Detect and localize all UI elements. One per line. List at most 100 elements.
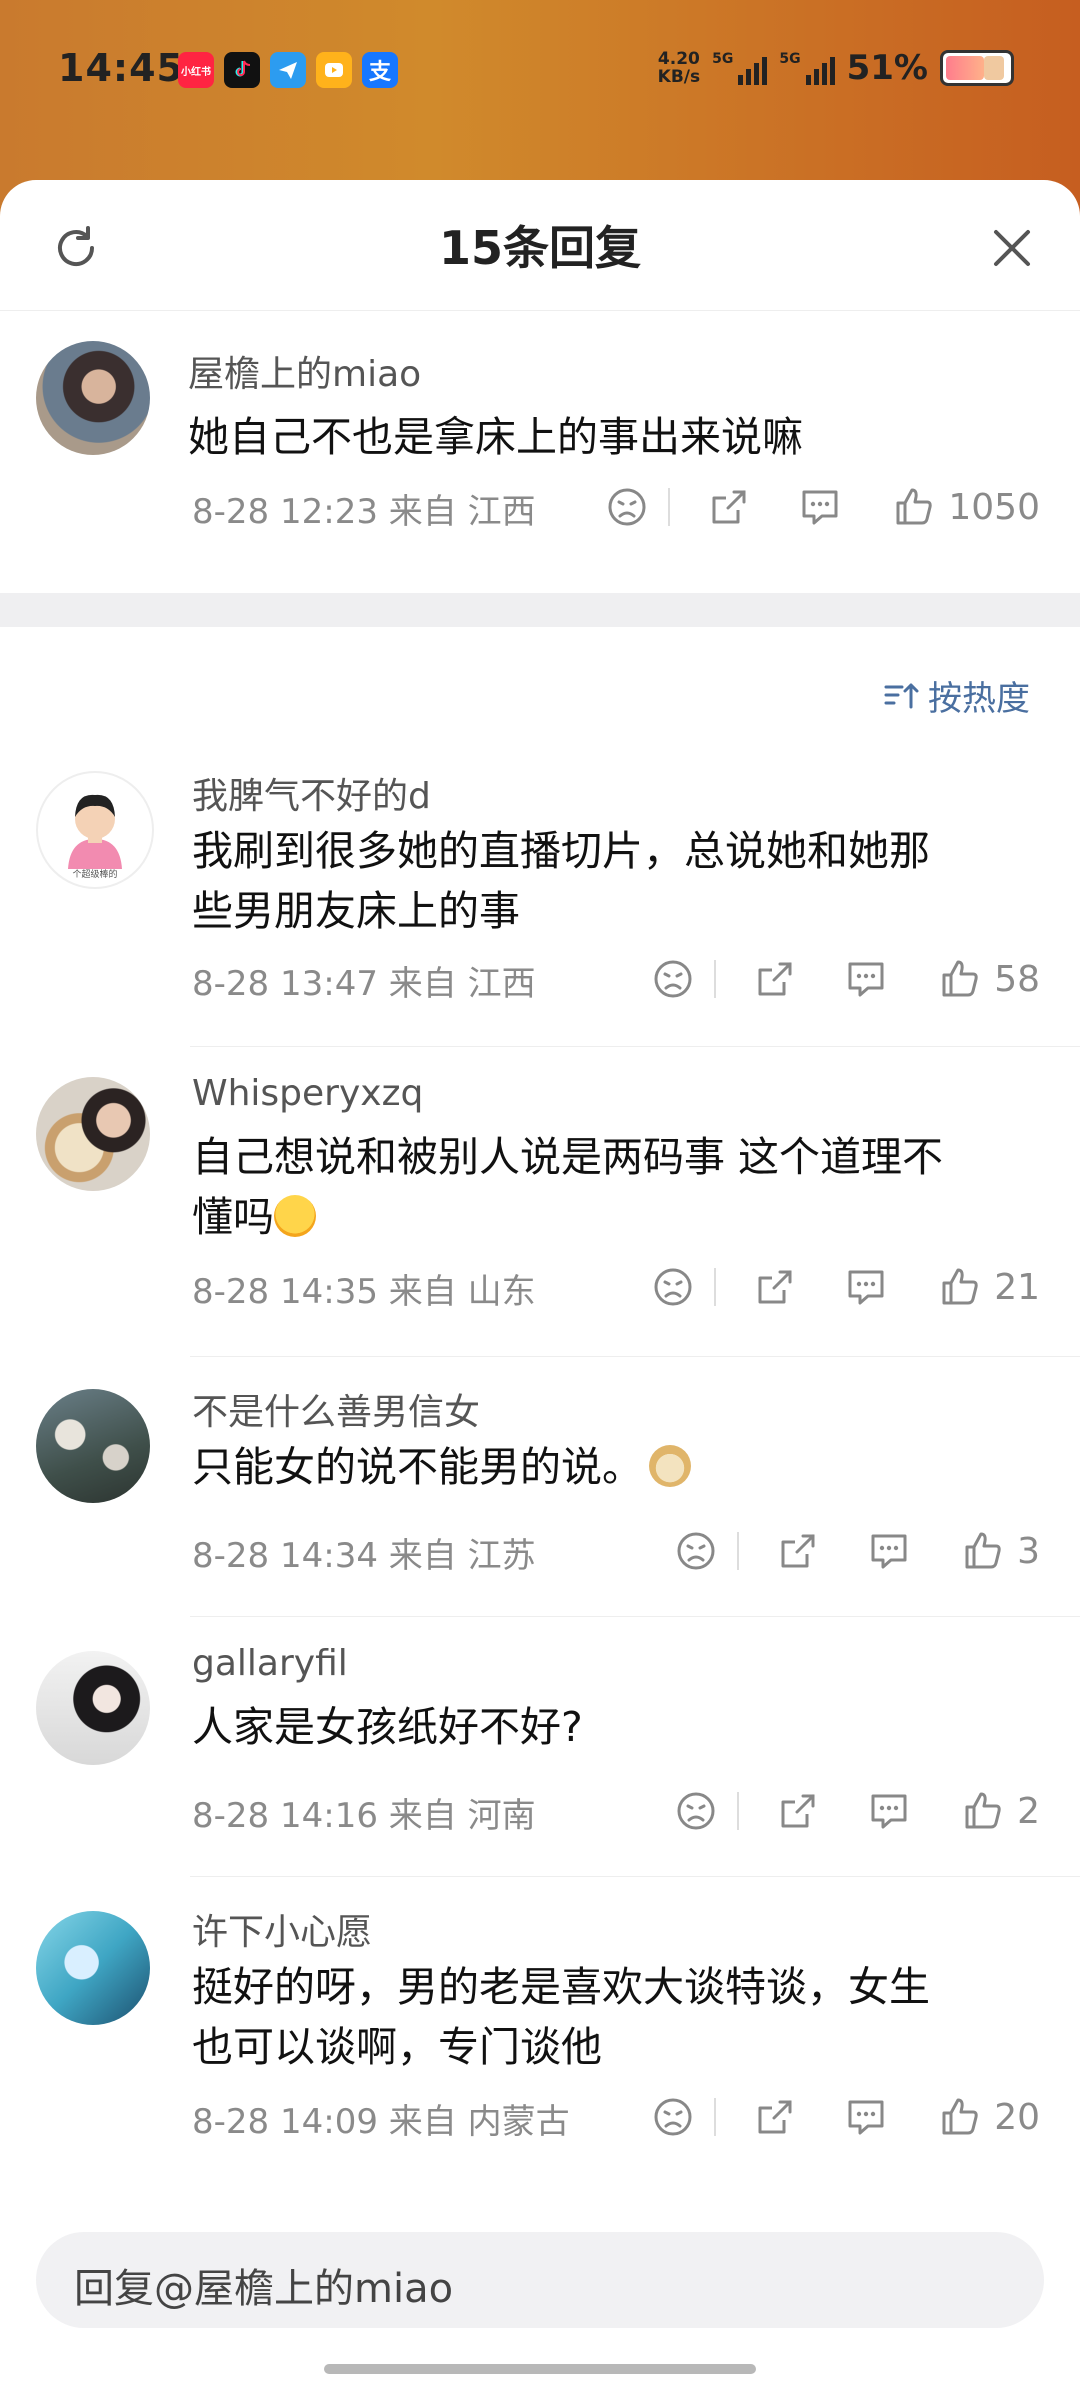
like-count: 20 [994,2096,1040,2138]
avatar[interactable] [36,1389,150,1503]
comment-actions: 1050 [606,477,1040,537]
replies-sheet: 15条回复 屋檐上的miao 她自己不也是拿床上的事出来说嘛 8-28 12:2… [0,180,1080,2400]
reply-item: 个超级棒的 我脾气不好的d 我刷到很多她的直播切片，总说她和她那 些男朋友床上的… [0,737,1080,1047]
video-app-icon [316,52,352,88]
like-button[interactable]: 58 [938,957,1040,1001]
avatar[interactable] [36,1077,150,1191]
comment-actions: 2 [675,1781,1040,1841]
svg-text:个超级棒的: 个超级棒的 [72,868,117,880]
comment-username[interactable]: 屋檐上的miao [188,345,421,397]
like-button[interactable]: 3 [961,1529,1040,1573]
comment-username[interactable]: 许下小心愿 [192,1903,372,1955]
like-button[interactable]: 1050 [892,485,1040,529]
status-indicators: 4.20 KB/s 5G 5G 51% [658,48,1014,88]
battery-percent: 51% [846,48,928,88]
dislike-icon[interactable] [675,1530,717,1572]
comment-meta: 8-28 13:47 来自 江西 [192,963,536,1004]
root-comment: 屋檐上的miao 她自己不也是拿床上的事出来说嘛 8-28 12:23 来自 江… [0,311,1080,593]
dislike-icon[interactable] [652,2096,694,2138]
thumbs-up-icon [965,1792,1001,1829]
sort-icon [884,683,919,708]
share-icon[interactable] [754,1266,796,1308]
douyin-icon [224,52,260,88]
reply-input[interactable]: 回复@屋檐上的miao [36,2232,1044,2328]
share-icon[interactable] [777,1790,819,1832]
sort-label: 按热度 [928,679,1030,719]
section-divider [0,593,1080,627]
like-count: 1050 [948,486,1040,528]
like-button[interactable]: 2 [961,1789,1040,1833]
comment-actions: 21 [652,1257,1040,1317]
thumbs-up-icon [942,1268,978,1305]
comment-actions: 20 [652,2087,1040,2147]
comment-actions: 3 [675,1521,1040,1581]
comment-text: 只能女的说不能男的说。 [192,1437,691,1497]
comment-username[interactable]: 不是什么善男信女 [192,1383,480,1435]
like-count: 2 [1017,1790,1040,1832]
comment-meta: 8-28 14:35 来自 山东 [192,1271,536,1312]
dislike-icon[interactable] [652,1266,694,1308]
close-icon[interactable] [984,220,1040,276]
sort-button[interactable]: 按热度 [884,671,1030,720]
comment-text: 她自己不也是拿床上的事出来说嘛 [188,413,803,461]
laughing-emoji-icon [274,1195,316,1237]
comment-username[interactable]: gallaryfil [192,1643,348,1684]
thumbs-up-icon [942,2098,978,2135]
reply-item: Whisperyxzq 自己想说和被别人说是两码事 这个道理不 懂吗 8-28 … [0,1047,1080,1357]
like-button[interactable]: 21 [938,1265,1040,1309]
comment-actions: 58 [652,949,1040,1009]
signal-5g-2-icon: 5G [779,51,835,85]
comment-icon[interactable] [844,2096,888,2138]
comment-text: 人家是女孩纸好不好? [192,1703,583,1751]
share-icon[interactable] [754,2096,796,2138]
avatar[interactable] [36,341,150,455]
action-divider [714,2098,717,2136]
status-bar: 14:45 小红书 支 4.20 KB/s 5G 5G 51% [0,0,1080,145]
reply-item: gallaryfil 人家是女孩纸好不好? 8-28 14:16 来自 河南 2 [0,1617,1080,1877]
share-icon[interactable] [777,1530,819,1572]
xiaohongshu-icon: 小红书 [178,52,214,88]
sort-row: 按热度 [0,627,1080,737]
thumbs-up-icon [942,960,978,997]
signal-5g-1-icon: 5G [712,51,768,85]
action-divider [737,1792,740,1830]
comment-icon[interactable] [844,958,888,1000]
dislike-icon[interactable] [675,1790,717,1832]
comment-icon[interactable] [867,1530,911,1572]
notification-app-icons: 小红书 支 [178,52,398,88]
feishu-icon [270,52,306,88]
comment-text: 我刷到很多她的直播切片，总说她和她那 些男朋友床上的事 [192,827,930,935]
alipay-icon: 支 [362,52,398,88]
comment-icon[interactable] [867,1790,911,1832]
comment-meta: 8-28 14:34 来自 江苏 [192,1535,536,1576]
action-divider [714,960,717,998]
share-icon[interactable] [754,958,796,1000]
reply-item: 不是什么善男信女 只能女的说不能男的说。 8-28 14:34 来自 江苏 3 [0,1357,1080,1617]
thumbs-up-icon [965,1532,1001,1569]
like-count: 21 [994,1266,1040,1308]
comment-username[interactable]: 我脾气不好的d [192,767,431,819]
avatar[interactable]: 个超级棒的 [36,771,154,889]
battery-icon [940,50,1014,86]
comment-icon[interactable] [798,486,842,528]
home-indicator[interactable] [324,2364,756,2374]
like-count: 3 [1017,1530,1040,1572]
like-button[interactable]: 20 [938,2095,1040,2139]
dislike-icon[interactable] [652,958,694,1000]
action-divider [737,1532,740,1570]
comment-username[interactable]: Whisperyxzq [192,1073,423,1114]
comment-meta: 8-28 12:23 来自 江西 [192,491,536,532]
status-time: 14:45 [58,46,184,90]
reply-item: 许下小心愿 挺好的呀，男的老是喜欢大谈特谈，女生 也可以谈啊，专门谈他 8-28… [0,1877,1080,2187]
reply-input-placeholder: 回复@屋檐上的miao [74,2266,454,2312]
share-icon[interactable] [708,486,750,528]
comment-text: 自己想说和被别人说是两码事 这个道理不 懂吗 [192,1133,944,1241]
avatar[interactable] [36,1651,150,1765]
comment-meta: 8-28 14:16 来自 河南 [192,1795,536,1836]
avatar[interactable] [36,1911,150,2025]
doge-emoji-icon [649,1445,691,1487]
comment-icon[interactable] [844,1266,888,1308]
thumbs-up-icon [896,488,933,525]
dislike-icon[interactable] [606,486,648,528]
comment-meta: 8-28 14:09 来自 内蒙古 [192,2101,570,2142]
